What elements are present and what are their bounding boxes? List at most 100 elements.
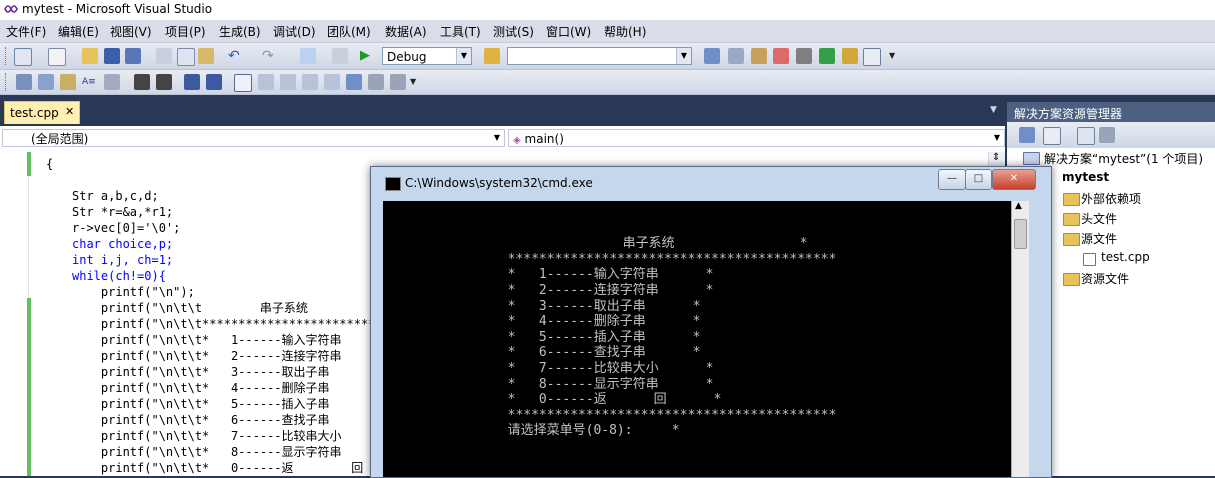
toolbar-options-chevron-icon[interactable]: ▼ xyxy=(410,77,426,93)
toolbar-options-chevron-icon[interactable]: ▼ xyxy=(889,51,905,67)
bookmark-previous-folder-icon[interactable] xyxy=(302,74,318,90)
bookmark-next-icon[interactable] xyxy=(280,74,296,90)
code-line: printf("\n\t\t* 4------删除子串 xyxy=(72,381,330,395)
clear-bookmarks-icon[interactable] xyxy=(390,74,406,90)
console-output: 串子系统 * *********************************… xyxy=(383,201,1011,477)
paste-icon[interactable] xyxy=(198,48,214,64)
tab-test-cpp[interactable]: test.cpp ✕ xyxy=(4,101,80,124)
tree-project[interactable]: mytest xyxy=(1062,170,1109,184)
add-item-icon[interactable] xyxy=(48,48,66,66)
code-line: r->vec[0]='\0'; xyxy=(72,221,181,235)
start-debugging-icon[interactable]: ▶ xyxy=(360,48,376,64)
decrease-indent-icon[interactable] xyxy=(134,74,150,90)
tab-label: test.cpp xyxy=(10,106,59,120)
cut-icon[interactable] xyxy=(156,48,172,64)
chevron-down-icon[interactable]: ▼ xyxy=(990,105,997,115)
copy-icon[interactable] xyxy=(177,48,195,66)
solution-config-select[interactable]: Debug ▼ xyxy=(382,47,472,65)
save-all-icon[interactable] xyxy=(125,48,141,64)
bookmark-previous-document-icon[interactable] xyxy=(346,74,362,90)
tools-icon[interactable] xyxy=(796,48,812,64)
object-browser-icon[interactable] xyxy=(751,48,767,64)
console-line: * 6------查找子串 * xyxy=(445,345,701,360)
menu-view[interactable]: 视图(V) xyxy=(110,23,152,40)
folder-icon xyxy=(1063,193,1080,206)
title-bar: mytest - Microsoft Visual Studio xyxy=(0,0,1215,20)
menu-help[interactable]: 帮助(H) xyxy=(604,23,646,40)
tree-solution[interactable]: 解决方案“mytest”(1 个项目) xyxy=(1044,150,1203,167)
editor-gutter xyxy=(0,152,29,476)
solution-explorer-icon[interactable] xyxy=(704,48,720,64)
uncomment-icon[interactable] xyxy=(206,74,222,90)
menu-tools[interactable]: 工具(T) xyxy=(440,23,481,40)
menu-edit[interactable]: 编辑(E) xyxy=(58,23,99,40)
open-file-icon[interactable] xyxy=(82,48,98,64)
maximize-button[interactable]: □ xyxy=(965,169,992,190)
quick-info-icon[interactable] xyxy=(60,74,76,90)
display-word-icon[interactable] xyxy=(104,74,120,90)
scroll-thumb[interactable] xyxy=(1014,219,1027,249)
increase-indent-icon[interactable] xyxy=(156,74,172,90)
menu-data[interactable]: 数据(A) xyxy=(385,23,427,40)
menu-team[interactable]: 团队(M) xyxy=(327,23,371,40)
scope-select[interactable]: (全局范围) ▼ xyxy=(2,129,505,147)
folder-open-icon xyxy=(1063,233,1080,246)
class-view-icon[interactable] xyxy=(1077,127,1095,145)
start-page-icon[interactable] xyxy=(819,48,835,64)
tree-source-files[interactable]: 源文件 xyxy=(1081,230,1117,247)
save-icon[interactable] xyxy=(104,48,120,64)
toolbox-icon[interactable] xyxy=(773,48,789,64)
console-line: * 5------插入子串 * xyxy=(445,330,701,345)
toolbar-grip[interactable] xyxy=(5,73,9,91)
undo-icon[interactable]: ↶ xyxy=(228,48,244,64)
list-members-icon[interactable] xyxy=(16,74,32,90)
solution-explorer-title: 解决方案资源管理器 xyxy=(1014,107,1123,121)
tree-resource-files[interactable]: 资源文件 xyxy=(1081,270,1129,287)
menu-test[interactable]: 测试(S) xyxy=(493,23,534,40)
minimize-button[interactable]: — xyxy=(938,169,966,190)
menu-window[interactable]: 窗口(W) xyxy=(546,23,591,40)
bookmark-toggle-icon[interactable] xyxy=(234,74,252,92)
new-project-icon[interactable] xyxy=(14,48,32,66)
command-window-icon[interactable] xyxy=(863,48,881,66)
extension-manager-icon[interactable] xyxy=(842,48,858,64)
bookmark-next-document-icon[interactable] xyxy=(368,74,384,90)
tree-header-files[interactable]: 头文件 xyxy=(1081,210,1117,227)
menu-project[interactable]: 项目(P) xyxy=(165,23,206,40)
console-line: * 0------返 回 * xyxy=(445,392,722,407)
bookmark-previous-icon[interactable] xyxy=(258,74,274,90)
console-line: * 4------删除子串 * xyxy=(445,314,701,329)
solution-icon xyxy=(1023,152,1040,165)
close-button[interactable]: ✕ xyxy=(992,169,1036,190)
redo-icon[interactable]: ↷ xyxy=(262,48,278,64)
show-all-files-icon[interactable] xyxy=(1043,127,1061,145)
menu-build[interactable]: 生成(B) xyxy=(219,23,261,40)
navigate-forward-icon[interactable] xyxy=(332,48,348,64)
split-icon[interactable]: ⇕ xyxy=(992,152,1000,163)
find-combo[interactable]: ▼ xyxy=(507,47,692,65)
folder-icon xyxy=(1063,273,1080,286)
navigate-backward-icon[interactable] xyxy=(300,48,316,64)
properties-icon[interactable] xyxy=(1019,127,1035,143)
comment-out-icon[interactable] xyxy=(184,74,200,90)
bookmark-next-folder-icon[interactable] xyxy=(324,74,340,90)
view-class-diagram-icon[interactable] xyxy=(1099,127,1115,143)
tree-external-dependencies[interactable]: 外部依赖项 xyxy=(1081,190,1141,207)
tree-test-cpp[interactable]: test.cpp xyxy=(1101,250,1150,264)
toolbar-grip[interactable] xyxy=(5,47,9,65)
console-scrollbar[interactable]: ▲ xyxy=(1011,201,1029,477)
parameter-info-icon[interactable] xyxy=(38,74,54,90)
function-select[interactable]: ◈ main() ▼ xyxy=(508,129,1005,147)
visual-studio-logo-icon xyxy=(4,5,18,13)
menu-file[interactable]: 文件(F) xyxy=(6,23,46,40)
find-in-files-icon[interactable] xyxy=(484,48,500,64)
close-icon[interactable]: ✕ xyxy=(65,105,74,118)
chevron-down-icon: ▼ xyxy=(676,48,691,64)
scroll-up-icon[interactable]: ▲ xyxy=(1015,201,1022,211)
code-line: printf("\n\t\t* 7------比较串大小 xyxy=(72,429,342,443)
complete-word-icon[interactable]: A≡ xyxy=(82,74,98,90)
properties-window-icon[interactable] xyxy=(728,48,744,64)
console-line: ****************************************… xyxy=(445,252,837,267)
menu-debug[interactable]: 调试(D) xyxy=(273,23,316,40)
console-window[interactable]: C:\Windows\system32\cmd.exe — □ ✕ 串子系统 *… xyxy=(370,166,1052,478)
